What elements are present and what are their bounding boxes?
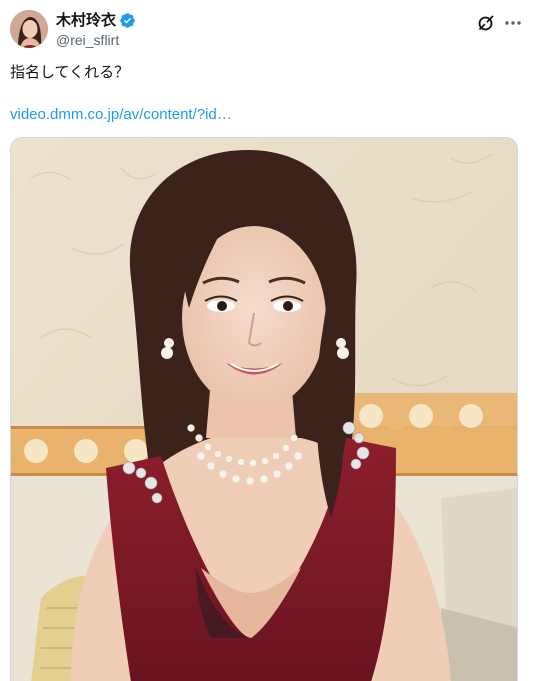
tweet-photo[interactable] xyxy=(10,137,518,681)
more-options-icon[interactable] xyxy=(503,13,523,33)
tweet-header: 木村玲衣 @rei_sflirt xyxy=(10,10,523,50)
author-handle[interactable]: @rei_sflirt xyxy=(56,31,136,49)
display-name[interactable]: 木村玲衣 xyxy=(56,11,116,30)
avatar[interactable] xyxy=(10,10,48,48)
grok-icon[interactable] xyxy=(476,13,496,33)
tweet-text: 指名してくれる？ xyxy=(10,64,130,81)
tweet-link[interactable]: video.dmm.co.jp/av/content/?id… xyxy=(10,105,232,125)
author-names: 木村玲衣 @rei_sflirt xyxy=(56,11,136,49)
verified-badge-icon xyxy=(119,12,136,29)
